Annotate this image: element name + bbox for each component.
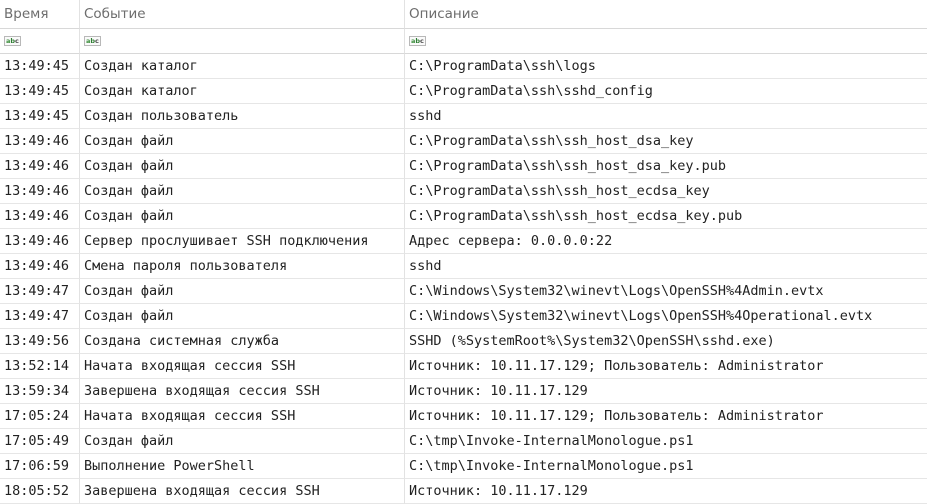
table-row[interactable]: 13:49:47 Создан файл C:\Windows\System32\w…	[0, 279, 927, 304]
cell-event: Сервер прослушивает SSH подключения	[80, 229, 405, 254]
cell-time: 13:49:56	[0, 329, 80, 354]
abc-filter-icon[interactable]: abc	[4, 36, 21, 46]
table-row[interactable]: 13:49:46 Смена пароля пользователя sshd	[0, 254, 927, 279]
table-row[interactable]: 17:05:49 Создан файл C:\tmp\Invoke-Interna…	[0, 429, 927, 454]
cell-description: Источник: 10.11.17.129; Пользователь: Ad…	[405, 404, 927, 429]
cell-description: SSHD (%SystemRoot%\System32\OpenSSH\sshd…	[405, 329, 927, 354]
filter-row: abc abc abc	[0, 29, 927, 54]
cell-event: Создан каталог	[80, 79, 405, 104]
table-row[interactable]: 17:06:59 Выполнение PowerShell C:\tmp\Invo…	[0, 454, 927, 479]
cell-event: Создан файл	[80, 179, 405, 204]
cell-time: 13:49:45	[0, 54, 80, 79]
cell-event: Создан файл	[80, 279, 405, 304]
cell-time: 17:06:59	[0, 454, 80, 479]
table-body: 13:49:45 Создан каталог C:\ProgramData\ssh…	[0, 54, 927, 504]
table-header: Время Событие Описание	[0, 0, 927, 29]
table-row[interactable]: 13:49:45 Создан пользователь sshd	[0, 104, 927, 129]
cell-description: C:\tmp\Invoke-InternalMonologue.ps1	[405, 454, 927, 479]
cell-description: Источник: 10.11.17.129; Пользователь: Ad…	[405, 354, 927, 379]
table-row[interactable]: 18:05:52 Завершена входящая сессия SSH Ист…	[0, 479, 927, 504]
cell-description: sshd	[405, 104, 927, 129]
cell-time: 13:59:34	[0, 379, 80, 404]
abc-filter-icon[interactable]: abc	[409, 36, 426, 46]
cell-event: Завершена входящая сессия SSH	[80, 379, 405, 404]
cell-time: 13:49:46	[0, 154, 80, 179]
cell-event: Создан файл	[80, 204, 405, 229]
cell-event: Создан каталог	[80, 54, 405, 79]
table-row[interactable]: 13:49:46 Создан файл C:\ProgramData\ssh\ss…	[0, 129, 927, 154]
table-row[interactable]: 13:49:56 Создана системная служба SSHD (%S…	[0, 329, 927, 354]
cell-event: Завершена входящая сессия SSH	[80, 479, 405, 504]
table-row[interactable]: 13:49:46 Создан файл C:\ProgramData\ssh\ss…	[0, 179, 927, 204]
cell-description: C:\ProgramData\ssh\ssh_host_ecdsa_key.pu…	[405, 204, 927, 229]
cell-event: Создан файл	[80, 304, 405, 329]
column-header-event[interactable]: Событие	[80, 0, 405, 29]
column-header-time[interactable]: Время	[0, 0, 80, 29]
cell-event: Выполнение PowerShell	[80, 454, 405, 479]
cell-time: 13:49:46	[0, 204, 80, 229]
cell-time: 17:05:49	[0, 429, 80, 454]
cell-description: C:\Windows\System32\winevt\Logs\OpenSSH%…	[405, 279, 927, 304]
filter-cell-event[interactable]: abc	[80, 29, 405, 54]
cell-description: Источник: 10.11.17.129	[405, 479, 927, 504]
cell-time: 13:49:47	[0, 304, 80, 329]
cell-description: C:\ProgramData\ssh\ssh_host_dsa_key.pub	[405, 154, 927, 179]
cell-time: 13:49:46	[0, 179, 80, 204]
cell-time: 17:05:24	[0, 404, 80, 429]
filter-cell-description[interactable]: abc	[405, 29, 927, 54]
cell-event: Создан файл	[80, 154, 405, 179]
cell-time: 13:49:46	[0, 129, 80, 154]
cell-description: Источник: 10.11.17.129	[405, 379, 927, 404]
cell-event: Создан пользователь	[80, 104, 405, 129]
cell-event: Создан файл	[80, 429, 405, 454]
cell-event: Начата входящая сессия SSH	[80, 354, 405, 379]
column-header-description[interactable]: Описание	[405, 0, 927, 29]
table-row[interactable]: 13:49:46 Создан файл C:\ProgramData\ssh\ss…	[0, 204, 927, 229]
cell-event: Начата входящая сессия SSH	[80, 404, 405, 429]
cell-time: 13:49:46	[0, 254, 80, 279]
cell-time: 13:49:45	[0, 79, 80, 104]
cell-time: 13:49:47	[0, 279, 80, 304]
cell-event: Создана системная служба	[80, 329, 405, 354]
cell-time: 18:05:52	[0, 479, 80, 504]
table-row[interactable]: 13:49:47 Создан файл C:\Windows\System32\w…	[0, 304, 927, 329]
abc-filter-icon[interactable]: abc	[84, 36, 101, 46]
filter-cell-time[interactable]: abc	[0, 29, 80, 54]
cell-time: 13:52:14	[0, 354, 80, 379]
cell-description: Адрес сервера: 0.0.0.0:22	[405, 229, 927, 254]
cell-event: Смена пароля пользователя	[80, 254, 405, 279]
table-row[interactable]: 13:49:46 Создан файл C:\ProgramData\ssh\ss…	[0, 154, 927, 179]
cell-description: C:\ProgramData\ssh\ssh_host_ecdsa_key	[405, 179, 927, 204]
events-table: Время Событие Описание abc abc abc 13:49…	[0, 0, 927, 504]
table-row[interactable]: 13:59:34 Завершена входящая сессия SSH Ист…	[0, 379, 927, 404]
cell-time: 13:49:46	[0, 229, 80, 254]
cell-description: C:\ProgramData\ssh\logs	[405, 54, 927, 79]
cell-description: sshd	[405, 254, 927, 279]
cell-description: C:\ProgramData\ssh\ssh_host_dsa_key	[405, 129, 927, 154]
cell-description: C:\Windows\System32\winevt\Logs\OpenSSH%…	[405, 304, 927, 329]
table-row[interactable]: 13:49:45 Создан каталог C:\ProgramData\ssh…	[0, 54, 927, 79]
cell-event: Создан файл	[80, 129, 405, 154]
table-row[interactable]: 13:49:45 Создан каталог C:\ProgramData\ssh…	[0, 79, 927, 104]
cell-description: C:\tmp\Invoke-InternalMonologue.ps1	[405, 429, 927, 454]
table-row[interactable]: 13:52:14 Начата входящая сессия SSH Источн…	[0, 354, 927, 379]
cell-time: 13:49:45	[0, 104, 80, 129]
table-row[interactable]: 13:49:46 Сервер прослушивает SSH подключе…	[0, 229, 927, 254]
table-row[interactable]: 17:05:24 Начата входящая сессия SSH Источн…	[0, 404, 927, 429]
cell-description: C:\ProgramData\ssh\sshd_config	[405, 79, 927, 104]
